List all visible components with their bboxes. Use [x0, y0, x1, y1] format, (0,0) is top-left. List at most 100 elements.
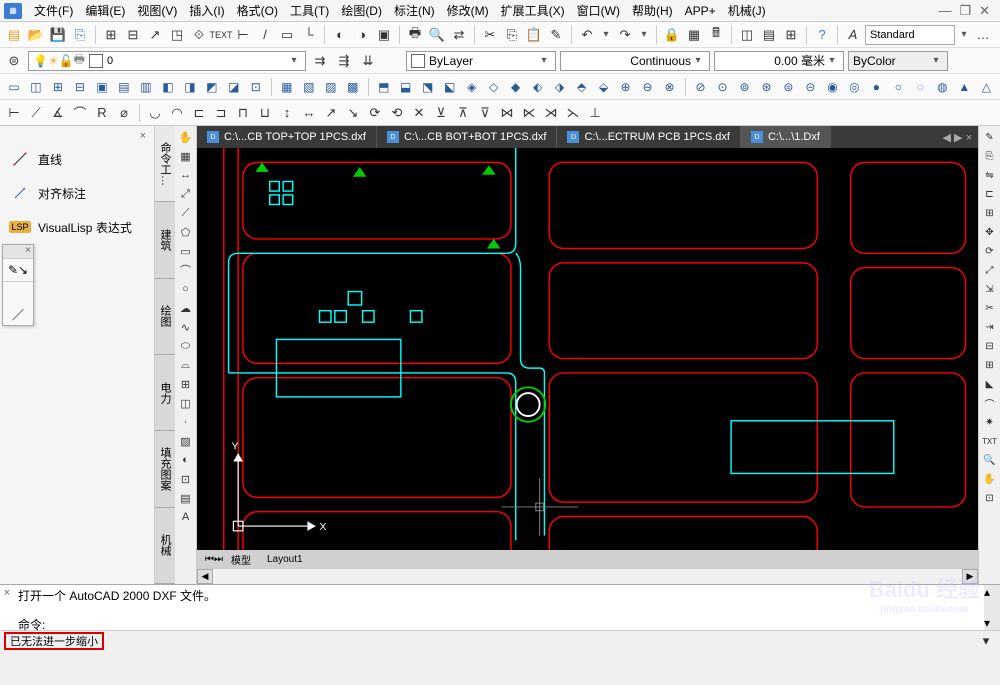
- rt-rotate[interactable]: ⟳: [981, 242, 999, 260]
- vtool-block[interactable]: ◫: [177, 394, 195, 412]
- t3-08[interactable]: ◧: [158, 77, 178, 97]
- print-button[interactable]: 🖶: [405, 25, 425, 45]
- menu-help[interactable]: 帮助(H): [626, 0, 679, 21]
- undo-button[interactable]: ↶: [577, 25, 597, 45]
- t3-13[interactable]: ▦: [277, 77, 297, 97]
- save-button[interactable]: 💾: [48, 25, 68, 45]
- t3-27[interactable]: ⬙: [594, 77, 614, 97]
- layer-name-input[interactable]: [107, 55, 287, 67]
- t3-33[interactable]: ⊚: [735, 77, 755, 97]
- design-center-button[interactable]: ▦: [684, 25, 704, 45]
- menu-insert[interactable]: 插入(I): [183, 0, 230, 21]
- vtool-pline[interactable]: ⟋: [177, 204, 195, 222]
- rt-scale[interactable]: ⤢: [981, 261, 999, 279]
- t3-05[interactable]: ▣: [92, 77, 112, 97]
- minimize-button[interactable]: —: [938, 3, 951, 19]
- float-tool-osnap[interactable]: ✎↘: [3, 259, 33, 281]
- linetype-selector[interactable]: Continuous ▾: [560, 51, 710, 71]
- menu-window[interactable]: 窗口(W): [571, 0, 626, 21]
- dim-button[interactable]: ⊢: [233, 25, 253, 45]
- side-tab-mech[interactable]: 机械: [155, 508, 175, 584]
- tab-nav-arrows[interactable]: ◀ ▶ ×: [937, 131, 978, 144]
- t4-21[interactable]: ⊼: [453, 103, 473, 123]
- t3-24[interactable]: ⬖: [528, 77, 548, 97]
- rt-text[interactable]: TXT: [981, 432, 999, 450]
- vtool-polygon[interactable]: ⬠: [177, 223, 195, 241]
- t3-32[interactable]: ⊙: [713, 77, 733, 97]
- palette-close-icon[interactable]: ×: [4, 130, 150, 142]
- rt-offset[interactable]: ⊏: [981, 185, 999, 203]
- t3-14[interactable]: ▧: [299, 77, 319, 97]
- tool-b-button[interactable]: ⊟: [123, 25, 143, 45]
- tool-e-button[interactable]: ⟐: [189, 25, 209, 45]
- menu-draw[interactable]: 绘图(D): [335, 0, 388, 21]
- rt-fillet[interactable]: ⌒: [981, 394, 999, 412]
- command-text[interactable]: 打开一个 AutoCAD 2000 DXF 文件。 命令:: [14, 585, 984, 630]
- t3-21[interactable]: ◈: [462, 77, 482, 97]
- menu-edit[interactable]: 编辑(E): [79, 0, 131, 21]
- dim-radius-button[interactable]: R: [92, 103, 112, 123]
- t4-19[interactable]: ✕: [409, 103, 429, 123]
- t4-18[interactable]: ⟲: [387, 103, 407, 123]
- t3-38[interactable]: ◎: [844, 77, 864, 97]
- t4-12[interactable]: ⊔: [255, 103, 275, 123]
- close-button[interactable]: ✕: [979, 3, 990, 19]
- props-button[interactable]: ✎: [546, 25, 566, 45]
- vtool-ellipsearc[interactable]: ⌓: [177, 356, 195, 374]
- layout-tab-model[interactable]: 模型: [223, 552, 259, 567]
- cut-button[interactable]: ✂: [480, 25, 500, 45]
- redo-button[interactable]: ↷: [615, 25, 635, 45]
- t3-19[interactable]: ⬔: [418, 77, 438, 97]
- doc-tab-1[interactable]: DC:\...CB BOT+BOT 1PCS.dxf: [377, 126, 558, 148]
- t3-03[interactable]: ⊞: [48, 77, 68, 97]
- layer-state-b-button[interactable]: ⇶: [334, 51, 354, 71]
- vtool-pan[interactable]: ✋: [177, 128, 195, 146]
- t3-06[interactable]: ▤: [114, 77, 134, 97]
- t3-17[interactable]: ⬒: [374, 77, 394, 97]
- t4-17[interactable]: ⟳: [365, 103, 385, 123]
- vtool-circle[interactable]: ○: [177, 280, 195, 298]
- rt-join[interactable]: ⊞: [981, 356, 999, 374]
- preview-button[interactable]: 🔍: [427, 25, 447, 45]
- vtool-arc[interactable]: ⌒: [177, 261, 195, 279]
- layout-tab-layout1[interactable]: Layout1: [259, 554, 311, 565]
- layout-a-button[interactable]: ◫: [737, 25, 757, 45]
- style-edit-button[interactable]: …: [973, 25, 993, 45]
- t3-26[interactable]: ⬘: [572, 77, 592, 97]
- vtool-table[interactable]: ▤: [177, 489, 195, 507]
- convert-button[interactable]: ⇄: [449, 25, 469, 45]
- drawing-canvas[interactable]: X Y: [197, 148, 978, 550]
- doc-tab-2[interactable]: DC:\...ECTRUM PCB 1PCS.dxf: [557, 126, 740, 148]
- vtool-spline[interactable]: ∿: [177, 318, 195, 336]
- t4-08[interactable]: ◠: [167, 103, 187, 123]
- t4-15[interactable]: ↗: [321, 103, 341, 123]
- layout-b-button[interactable]: ▤: [759, 25, 779, 45]
- rect-tool-button[interactable]: ▭: [277, 25, 297, 45]
- t3-35[interactable]: ⊜: [778, 77, 798, 97]
- side-tab-elec[interactable]: 电力: [155, 355, 175, 431]
- t3-20[interactable]: ⬕: [440, 77, 460, 97]
- vtool-region[interactable]: ⊡: [177, 470, 195, 488]
- menu-tools[interactable]: 工具(T): [284, 0, 335, 21]
- t4-24[interactable]: ⋉: [519, 103, 539, 123]
- rt-zoom[interactable]: 🔍: [981, 451, 999, 469]
- t3-34[interactable]: ⊛: [756, 77, 776, 97]
- line-button[interactable]: /: [255, 25, 275, 45]
- rt-copy[interactable]: ⎘: [981, 147, 999, 165]
- t4-07[interactable]: ◡: [145, 103, 165, 123]
- t4-25[interactable]: ⋊: [541, 103, 561, 123]
- side-tab-arch[interactable]: 建筑: [155, 202, 175, 278]
- t4-22[interactable]: ⊽: [475, 103, 495, 123]
- t3-44[interactable]: △: [976, 77, 996, 97]
- lock-button[interactable]: 🔒: [662, 25, 682, 45]
- style-selector[interactable]: Standard: [865, 25, 955, 45]
- t4-23[interactable]: ⋈: [497, 103, 517, 123]
- restore-button[interactable]: ❐: [959, 3, 971, 19]
- status-tray-icon[interactable]: ▾: [976, 631, 996, 651]
- vtool-grid[interactable]: ▦: [177, 147, 195, 165]
- doc-tab-0[interactable]: DC:\...CB TOP+TOP 1PCS.dxf: [197, 126, 377, 148]
- dim-arc-button[interactable]: ⌒: [70, 103, 90, 123]
- t3-16[interactable]: ▩: [343, 77, 363, 97]
- dim-diameter-button[interactable]: ⌀: [114, 103, 134, 123]
- side-tab-cmd[interactable]: 命令工…: [155, 126, 175, 202]
